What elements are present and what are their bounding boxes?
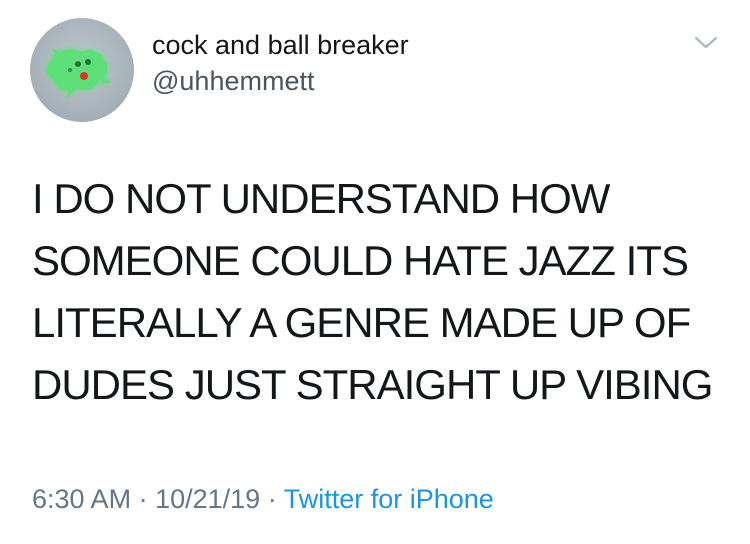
tweet-source-link[interactable]: Twitter for iPhone xyxy=(284,484,494,514)
tweet-date[interactable]: 10/21/19 xyxy=(155,484,260,514)
avatar[interactable] xyxy=(30,18,134,122)
tweet-text-line: DUDES JUST STRAIGHT UP VIBING xyxy=(32,361,713,408)
tweet-text-line: I DO NOT UNDERSTAND HOW xyxy=(32,175,610,222)
chevron-down-icon[interactable] xyxy=(690,30,722,54)
user-handle[interactable]: @uhhemmett xyxy=(152,64,314,98)
tweet-text-line: SOMEONE COULD HATE JAZZ ITS xyxy=(32,237,689,284)
tweet-time[interactable]: 6:30 AM xyxy=(32,484,131,514)
tweet-card: cock and ball breaker @uhhemmett I DO NO… xyxy=(0,0,750,544)
tweet-meta: 6:30 AM · 10/21/19 · Twitter for iPhone xyxy=(32,482,494,516)
meta-separator: · xyxy=(267,484,277,514)
display-name[interactable]: cock and ball breaker xyxy=(152,28,409,62)
avatar-image xyxy=(46,48,112,98)
meta-separator: · xyxy=(138,484,148,514)
tweet-text-line: LITERALLY A GENRE MADE UP OF xyxy=(32,299,691,346)
tweet-text: I DO NOT UNDERSTAND HOW SOMEONE COULD HA… xyxy=(32,168,732,416)
